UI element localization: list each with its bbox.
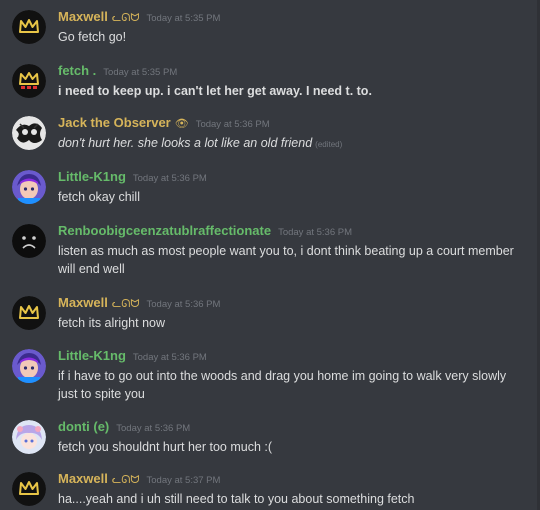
anime-avatar-icon <box>12 170 46 204</box>
timestamp[interactable]: Today at 5:35 PM <box>103 67 177 78</box>
name-decoration: ᓚᘏᗢ <box>111 474 140 486</box>
timestamp[interactable]: Today at 5:36 PM <box>147 299 221 310</box>
message-text: ha....yeah and i uh still need to talk t… <box>58 492 415 506</box>
message-header: Little-K1ng Today at 5:36 PM <box>58 168 207 186</box>
anime-avatar-icon <box>12 349 46 383</box>
name-decoration: ᓚᘏᗢ <box>111 298 140 310</box>
author-name[interactable]: Little-K1ng <box>58 169 126 184</box>
message-text: listen as much as most people want you t… <box>58 244 514 276</box>
author-name[interactable]: Jack the Observer <box>58 115 171 130</box>
crown-icon <box>12 64 46 98</box>
author-name[interactable]: donti (e) <box>58 419 109 434</box>
author-name[interactable]: Maxwell <box>58 295 108 310</box>
message-text: fetch you shouldnt hurt her too much :( <box>58 440 273 454</box>
timestamp[interactable]: Today at 5:36 PM <box>116 423 190 434</box>
sad-face-icon <box>12 224 46 258</box>
timestamp[interactable]: Today at 5:36 PM <box>133 173 207 184</box>
avatar[interactable] <box>12 64 46 98</box>
eye-icon: 👁 <box>174 118 189 130</box>
timestamp[interactable]: Today at 5:36 PM <box>278 227 352 238</box>
message-header: Maxwell ᓚᘏᗢ Today at 5:35 PM <box>58 8 220 26</box>
timestamp[interactable]: Today at 5:36 PM <box>133 352 207 363</box>
crown-icon <box>12 296 46 330</box>
avatar[interactable] <box>12 116 46 150</box>
message-text-body: don't hurt her. she looks a lot like an … <box>58 136 313 150</box>
author-name[interactable]: Maxwell <box>58 471 108 486</box>
author-name[interactable]: fetch . <box>58 63 96 78</box>
author-name[interactable]: Maxwell <box>58 9 108 24</box>
avatar[interactable] <box>12 420 46 454</box>
crown-icon <box>12 10 46 44</box>
message-header: Renboobigceenzatublraffectionate Today at… <box>58 222 352 240</box>
timestamp[interactable]: Today at 5:35 PM <box>147 13 221 24</box>
message-text: Go fetch go! <box>58 30 127 44</box>
timestamp[interactable]: Today at 5:36 PM <box>196 119 270 130</box>
message-text: don't hurt her. she looks a lot like an … <box>58 134 518 154</box>
message-header: Jack the Observer 👁 Today at 5:36 PM <box>58 114 270 132</box>
avatar[interactable] <box>12 170 46 204</box>
message-header: fetch . Today at 5:35 PM <box>58 62 177 80</box>
avatar[interactable] <box>12 224 46 258</box>
anime-girl-avatar-icon <box>12 420 46 454</box>
author-name[interactable]: Little-K1ng <box>58 348 126 363</box>
message-header: Little-K1ng Today at 5:36 PM <box>58 347 207 365</box>
name-decoration: ᓚᘏᗢ <box>111 12 140 24</box>
edited-label[interactable]: (edited) <box>315 140 342 149</box>
avatar[interactable] <box>12 472 46 506</box>
message-text: if i have to go out into the woods and d… <box>58 369 507 401</box>
message-header: Maxwell ᓚᘏᗢ Today at 5:36 PM <box>58 294 220 312</box>
avatar[interactable] <box>12 10 46 44</box>
chat-message-list: Maxwell ᓚᘏᗢ Today at 5:35 PM Go fetch go! … <box>0 0 540 510</box>
message-header: donti (e) Today at 5:36 PM <box>58 418 190 436</box>
avatar[interactable] <box>12 349 46 383</box>
message-header: Maxwell ᓚᘏᗢ Today at 5:37 PM <box>58 470 220 488</box>
ink-avatar-icon <box>12 116 46 150</box>
message-text: fetch its alright now <box>58 316 165 330</box>
avatar[interactable] <box>12 296 46 330</box>
crown-icon <box>12 472 46 506</box>
message-text: i need to keep up. i can't let her get a… <box>58 84 372 98</box>
author-name[interactable]: Renboobigceenzatublraffectionate <box>58 223 271 238</box>
message-text: fetch okay chill <box>58 190 140 204</box>
timestamp[interactable]: Today at 5:37 PM <box>147 475 221 486</box>
